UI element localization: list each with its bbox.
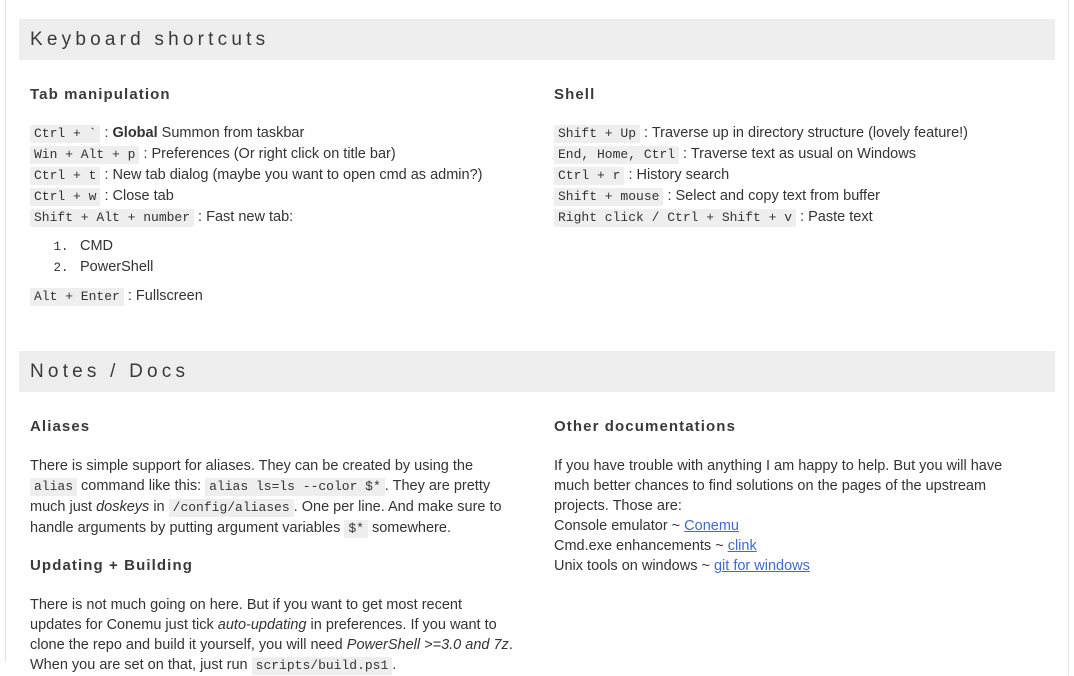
content-area: Keyboard shortcuts Tab manipulation Ctrl…: [6, 0, 1068, 675]
other-docs-paragraph: If you have trouble with anything I am h…: [554, 456, 1031, 576]
fast-new-tab-list: CMD PowerShell: [30, 236, 513, 278]
shortcut-desc: Traverse up in directory structure (love…: [651, 125, 969, 141]
aliases-paragraph: There is simple support for aliases. The…: [30, 456, 513, 539]
shortcut-separator: :: [663, 188, 676, 204]
kbd-chip: Shift + Up: [554, 125, 641, 143]
shortcut-row: Shift + Alt + number : Fast new tab:: [30, 207, 513, 228]
text-run: .: [392, 657, 397, 673]
doc-link-line: Unix tools on windows ~ git for windows: [554, 558, 810, 574]
shortcut-separator: :: [624, 167, 637, 183]
section-header-notes-docs: Notes / Docs: [19, 351, 1055, 392]
updating-paragraph: There is not much going on here. But if …: [30, 595, 513, 676]
link-clink[interactable]: clink: [728, 538, 757, 554]
shortcut-row: Ctrl + ` : Global Summon from taskbar: [30, 123, 513, 144]
kbd-chip: Ctrl + w: [30, 188, 101, 206]
subheading-aliases: Aliases: [30, 418, 91, 435]
list-item: CMD: [76, 236, 513, 257]
kbd-chip: Alt + Enter: [30, 288, 124, 306]
shortcut-separator: :: [139, 146, 152, 162]
text-run: There is simple support for aliases. The…: [30, 458, 474, 474]
column-other-documentations: Other documentations If you have trouble…: [537, 418, 1055, 676]
page-root: Keyboard shortcuts Tab manipulation Ctrl…: [0, 0, 1074, 675]
shortcut-separator: :: [123, 288, 136, 304]
text-run: in: [149, 499, 169, 515]
section-title: Notes / Docs: [30, 360, 190, 382]
shortcut-separator: :: [640, 125, 652, 141]
inline-code: alias ls=ls --color $*: [205, 478, 385, 496]
shortcut-row: End, Home, Ctrl : Traverse text as usual…: [554, 144, 1031, 165]
subheading-other-documentations: Other documentations: [554, 418, 737, 435]
kbd-chip: Ctrl + `: [30, 125, 101, 143]
emphasis-powershell-req: PowerShell >=3.0 and 7z: [346, 637, 509, 653]
doc-link-line: Console emulator ~ Conemu: [554, 518, 739, 534]
kbd-chip: Shift + mouse: [554, 188, 664, 206]
shortcut-row: Right click / Ctrl + Shift + v : Paste t…: [554, 207, 1031, 228]
shortcut-desc: Paste text: [808, 209, 873, 225]
shortcut-desc: Select and copy text from buffer: [675, 188, 880, 204]
doc-link-label: Unix tools on windows ~: [554, 558, 714, 574]
text-run: If you have trouble with anything I am h…: [554, 458, 1003, 514]
doc-link-label: Cmd.exe enhancements ~: [554, 538, 728, 554]
text-run: command like this:: [77, 478, 206, 494]
shortcut-row: Alt + Enter : Fullscreen: [30, 286, 513, 307]
inline-code: /config/aliases: [168, 499, 294, 517]
shortcut-separator: :: [100, 167, 113, 183]
shortcut-desc: Preferences (Or right click on title bar…: [151, 146, 396, 162]
shortcut-separator: :: [100, 125, 113, 141]
kbd-chip: Ctrl + t: [30, 167, 101, 185]
shortcut-desc: Summon from taskbar: [161, 125, 305, 141]
shortcut-desc: Traverse text as usual on Windows: [690, 146, 916, 162]
inline-code: alias: [30, 478, 78, 496]
kbd-chip: End, Home, Ctrl: [554, 146, 680, 164]
subheading-shell: Shell: [554, 86, 596, 103]
kbd-chip: Shift + Alt + number: [30, 209, 195, 227]
column-tab-manipulation: Tab manipulation Ctrl + ` : Global Summo…: [19, 86, 537, 307]
doc-link-label: Console emulator ~: [554, 518, 685, 534]
shortcut-desc: History search: [636, 167, 730, 183]
list-item: PowerShell: [76, 257, 513, 278]
shortcuts-columns: Tab manipulation Ctrl + ` : Global Summo…: [6, 86, 1068, 307]
kbd-chip: Ctrl + r: [554, 167, 625, 185]
shortcut-strong: Global: [112, 125, 158, 141]
shortcut-row: Shift + mouse : Select and copy text fro…: [554, 186, 1031, 207]
column-shell: Shell Shift + Up : Traverse up in direct…: [537, 86, 1055, 307]
column-aliases: Aliases There is simple support for alia…: [19, 418, 537, 676]
shortcut-desc: Close tab: [112, 188, 174, 204]
shortcut-row: Win + Alt + p : Preferences (Or right cl…: [30, 144, 513, 165]
shortcut-separator: :: [194, 209, 207, 225]
subheading-updating-building: Updating + Building: [30, 557, 193, 574]
shortcut-separator: :: [679, 146, 691, 162]
emphasis-auto-updating: auto-updating: [217, 617, 307, 633]
shortcut-row: Ctrl + w : Close tab: [30, 186, 513, 207]
shortcut-separator: :: [100, 188, 113, 204]
subheading-tab-manipulation: Tab manipulation: [30, 86, 171, 103]
kbd-chip: Win + Alt + p: [30, 146, 140, 164]
text-run: somewhere.: [367, 520, 451, 536]
right-rule: [1068, 0, 1069, 675]
shortcut-desc: Fullscreen: [135, 288, 203, 304]
shortcut-row: Ctrl + r : History search: [554, 165, 1031, 186]
shortcut-separator: :: [796, 209, 809, 225]
kbd-chip: Right click / Ctrl + Shift + v: [554, 209, 797, 227]
inline-code: scripts/build.ps1: [251, 657, 393, 675]
doc-link-line: Cmd.exe enhancements ~ clink: [554, 538, 757, 554]
tab-manipulation-shortcut-list: Ctrl + ` : Global Summon from taskbar Wi…: [30, 123, 513, 307]
shortcut-desc: Fast new tab:: [206, 209, 294, 225]
notes-columns: Aliases There is simple support for alia…: [6, 418, 1068, 676]
shortcut-desc: New tab dialog (maybe you want to open c…: [112, 167, 483, 183]
link-conemu[interactable]: Conemu: [684, 518, 739, 534]
section-header-keyboard-shortcuts: Keyboard shortcuts: [19, 19, 1055, 60]
shortcut-row: Ctrl + t : New tab dialog (maybe you wan…: [30, 165, 513, 186]
inline-code: $*: [344, 520, 368, 538]
shell-shortcut-list: Shift + Up : Traverse up in directory st…: [554, 123, 1031, 228]
section-title: Keyboard shortcuts: [30, 28, 270, 50]
emphasis-doskeys: doskeys: [96, 499, 150, 515]
link-git-for-windows[interactable]: git for windows: [714, 558, 810, 574]
shortcut-row: Shift + Up : Traverse up in directory st…: [554, 123, 1031, 144]
